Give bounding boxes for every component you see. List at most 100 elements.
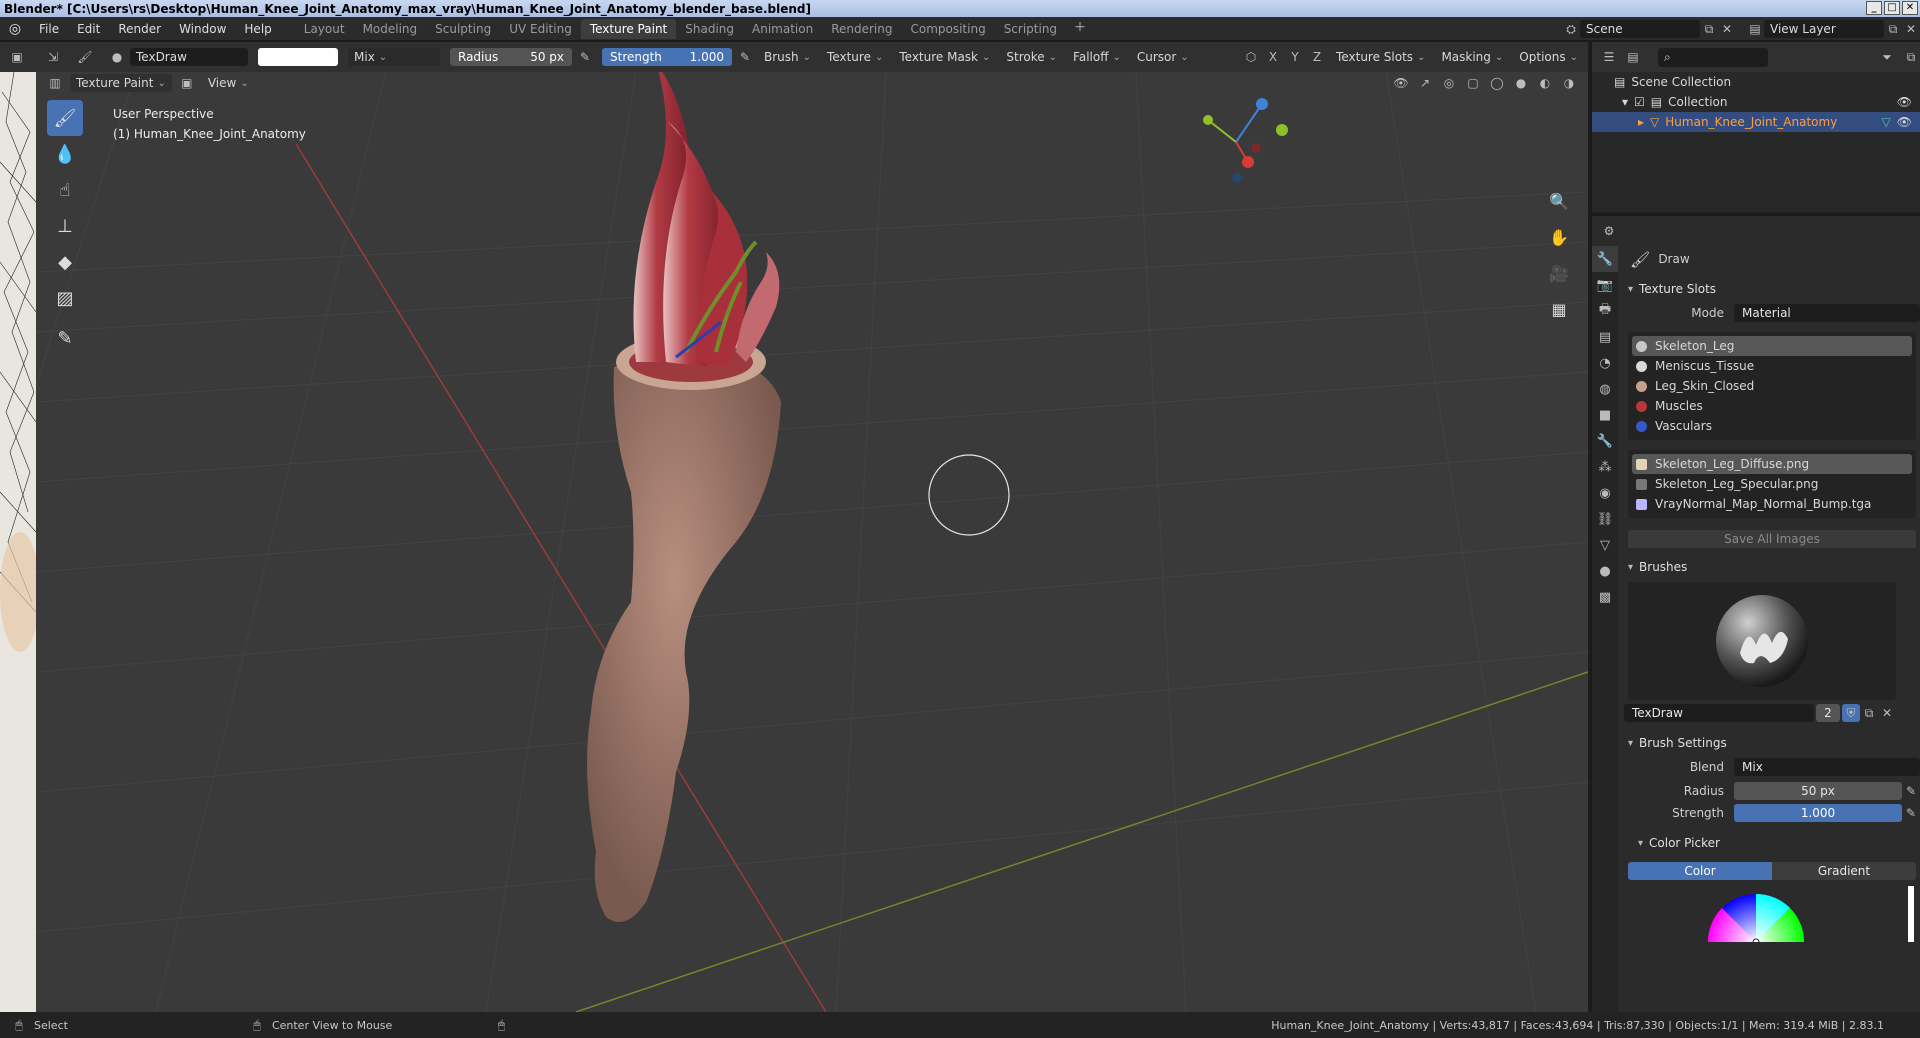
list-item[interactable]: Vasculars — [1628, 416, 1916, 436]
tab-modeling[interactable]: Modeling — [354, 19, 427, 39]
strength-pressure-icon[interactable]: ✎ — [736, 48, 754, 66]
tab-uv-editing[interactable]: UV Editing — [500, 19, 581, 39]
render-tab-icon[interactable]: 📷 — [1592, 272, 1618, 298]
new-collection-icon[interactable]: ⧉ — [1902, 48, 1920, 66]
pan-hand-icon[interactable]: ✋ — [1545, 223, 1573, 251]
tab-scripting[interactable]: Scripting — [995, 19, 1066, 39]
delete-view-layer-icon[interactable]: ✕ — [1902, 20, 1920, 38]
output-tab-icon[interactable]: 🖶 — [1592, 298, 1618, 324]
material-tab-icon[interactable]: ● — [1592, 558, 1618, 584]
tab-compositing[interactable]: Compositing — [901, 19, 994, 39]
menu-file[interactable]: File — [30, 22, 68, 36]
menu-help[interactable]: Help — [235, 22, 280, 36]
new-view-layer-icon[interactable]: ⧉ — [1884, 20, 1902, 38]
radius-pressure-icon[interactable]: ✎ — [576, 48, 594, 66]
radius-field[interactable]: Radius 50 px — [450, 48, 572, 66]
gizmo-toggle-icon[interactable]: ↗ — [1416, 74, 1434, 92]
physics-tab-icon[interactable]: ◉ — [1592, 480, 1618, 506]
list-item[interactable]: Skeleton_Leg — [1632, 336, 1912, 356]
filter-icon[interactable]: ⏷ — [1878, 48, 1896, 66]
list-item[interactable]: Skeleton_Leg_Diffuse.png — [1632, 454, 1912, 474]
brush-name-field[interactable]: TexDraw — [130, 48, 248, 66]
fake-user-shield-icon[interactable]: ⛨ — [1842, 704, 1860, 722]
tab-layout[interactable]: Layout — [295, 19, 354, 39]
outliner-search-input[interactable]: ⌕ — [1658, 47, 1768, 67]
annotate-tool-button[interactable]: ✎ — [47, 320, 83, 356]
view-layer-field[interactable]: View Layer — [1764, 20, 1884, 38]
3d-viewport[interactable]: User Perspective (1) Human_Knee_Joint_An… — [36, 72, 1588, 1012]
soften-tool-button[interactable]: 💧 — [47, 136, 83, 172]
expand-arrow-icon[interactable]: ▾ — [1622, 95, 1628, 109]
axis-y-toggle[interactable]: Y — [1286, 48, 1304, 66]
menu-render[interactable]: Render — [109, 22, 170, 36]
camera-icon[interactable]: 🎥 — [1545, 259, 1573, 287]
brush-browse-icon[interactable]: ● — [108, 48, 126, 66]
tab-rendering[interactable]: Rendering — [822, 19, 901, 39]
zoom-icon[interactable]: 🔍 — [1545, 187, 1573, 215]
color-tab[interactable]: Color — [1628, 862, 1772, 880]
strength-prop-field[interactable]: 1.000 — [1734, 804, 1902, 822]
strength-field[interactable]: Strength 1.000 — [602, 48, 732, 66]
mode-select[interactable]: Material — [1734, 304, 1920, 322]
mirror-icon[interactable]: ⬡ — [1242, 48, 1260, 66]
cursor-menu[interactable]: Cursor — [1130, 48, 1195, 66]
overlay-toggle-icon[interactable]: ◎ — [1440, 74, 1458, 92]
brush-preview[interactable] — [1628, 582, 1896, 700]
list-item[interactable]: Meniscus_Tissue — [1628, 356, 1916, 376]
tab-texture-paint[interactable]: Texture Paint — [580, 18, 677, 39]
tool-select-icon[interactable]: ⇲ — [44, 48, 62, 66]
draw-tool-button[interactable]: 🖌 — [47, 100, 83, 136]
mode-dropdown[interactable]: Texture Paint — [70, 74, 172, 92]
properties-editor-icon[interactable]: ⚙ — [1600, 222, 1618, 240]
scene-tab-icon[interactable]: ◔ — [1592, 350, 1618, 376]
falloff-menu[interactable]: Falloff — [1067, 48, 1127, 66]
rendered-shading-icon[interactable]: ◑ — [1560, 74, 1578, 92]
smear-tool-button[interactable]: ☝ — [47, 172, 83, 208]
tab-animation[interactable]: Animation — [743, 19, 822, 39]
view-layer-tab-icon[interactable]: ▤ — [1592, 324, 1618, 350]
particles-tab-icon[interactable]: ⁂ — [1592, 454, 1618, 480]
tab-sculpting[interactable]: Sculpting — [426, 19, 500, 39]
axis-z-toggle[interactable]: Z — [1308, 48, 1326, 66]
view-menu[interactable]: View — [202, 74, 255, 92]
axis-x-toggle[interactable]: X — [1264, 48, 1282, 66]
menu-edit[interactable]: Edit — [68, 22, 109, 36]
constraints-tab-icon[interactable]: ⛓ — [1592, 506, 1618, 532]
outliner-row-object[interactable]: ▸ ▽ Human_Knee_Joint_Anatomy ▽ 👁 — [1592, 112, 1920, 132]
blender-logo-icon[interactable]: ◎ — [0, 21, 30, 37]
wireframe-shading-icon[interactable]: ◯ — [1488, 74, 1506, 92]
display-mode-icon[interactable]: ▤ — [1624, 48, 1642, 66]
color-wheel-area[interactable] — [1624, 882, 1920, 942]
duplicate-brush-icon[interactable]: ⧉ — [1860, 704, 1878, 722]
solid-shading-icon[interactable]: ● — [1512, 74, 1530, 92]
tab-shading[interactable]: Shading — [676, 19, 743, 39]
tool-tab-icon[interactable]: 🔧 — [1592, 246, 1618, 272]
brushes-section[interactable]: Brushes — [1624, 556, 1920, 578]
unlink-brush-icon[interactable]: ✕ — [1878, 704, 1896, 722]
object-tab-icon[interactable]: ■ — [1592, 402, 1618, 428]
fill-tool-button[interactable]: ◆ — [47, 244, 83, 280]
masking-menu[interactable]: Masking — [1435, 48, 1510, 66]
mask-tool-button[interactable]: ▨ — [47, 280, 83, 316]
texture-slots-menu[interactable]: Texture Slots — [1330, 48, 1432, 66]
blend-select[interactable]: Mix — [1734, 758, 1920, 776]
texture-tab-icon[interactable]: ▩ — [1592, 584, 1618, 610]
list-item[interactable]: Leg_Skin_Closed — [1628, 376, 1916, 396]
list-item[interactable]: Muscles — [1628, 396, 1916, 416]
ortho-grid-icon[interactable]: ▦ — [1545, 295, 1573, 323]
maximize-button[interactable]: □ — [1884, 1, 1900, 15]
save-all-images-button[interactable]: Save All Images — [1628, 530, 1916, 548]
strength-pen-icon[interactable]: ✎ — [1902, 804, 1920, 822]
new-scene-icon[interactable]: ⧉ — [1700, 20, 1718, 38]
world-tab-icon[interactable]: ◍ — [1592, 376, 1618, 402]
color-picker-section[interactable]: Color Picker — [1624, 832, 1920, 854]
object-visibility-icon[interactable]: 👁 — [1897, 115, 1912, 129]
paint-mask-icon[interactable]: ▣ — [178, 74, 196, 92]
stroke-menu[interactable]: Stroke — [1000, 48, 1064, 66]
modifier-tab-icon[interactable]: 🔧 — [1592, 428, 1618, 454]
add-workspace-button[interactable]: + — [1066, 19, 1094, 39]
texture-menu[interactable]: Texture — [821, 48, 890, 66]
brush-settings-section[interactable]: Brush Settings — [1624, 732, 1920, 754]
data-tab-icon[interactable]: ▽ — [1592, 532, 1618, 558]
list-item[interactable]: Skeleton_Leg_Specular.png — [1628, 474, 1916, 494]
